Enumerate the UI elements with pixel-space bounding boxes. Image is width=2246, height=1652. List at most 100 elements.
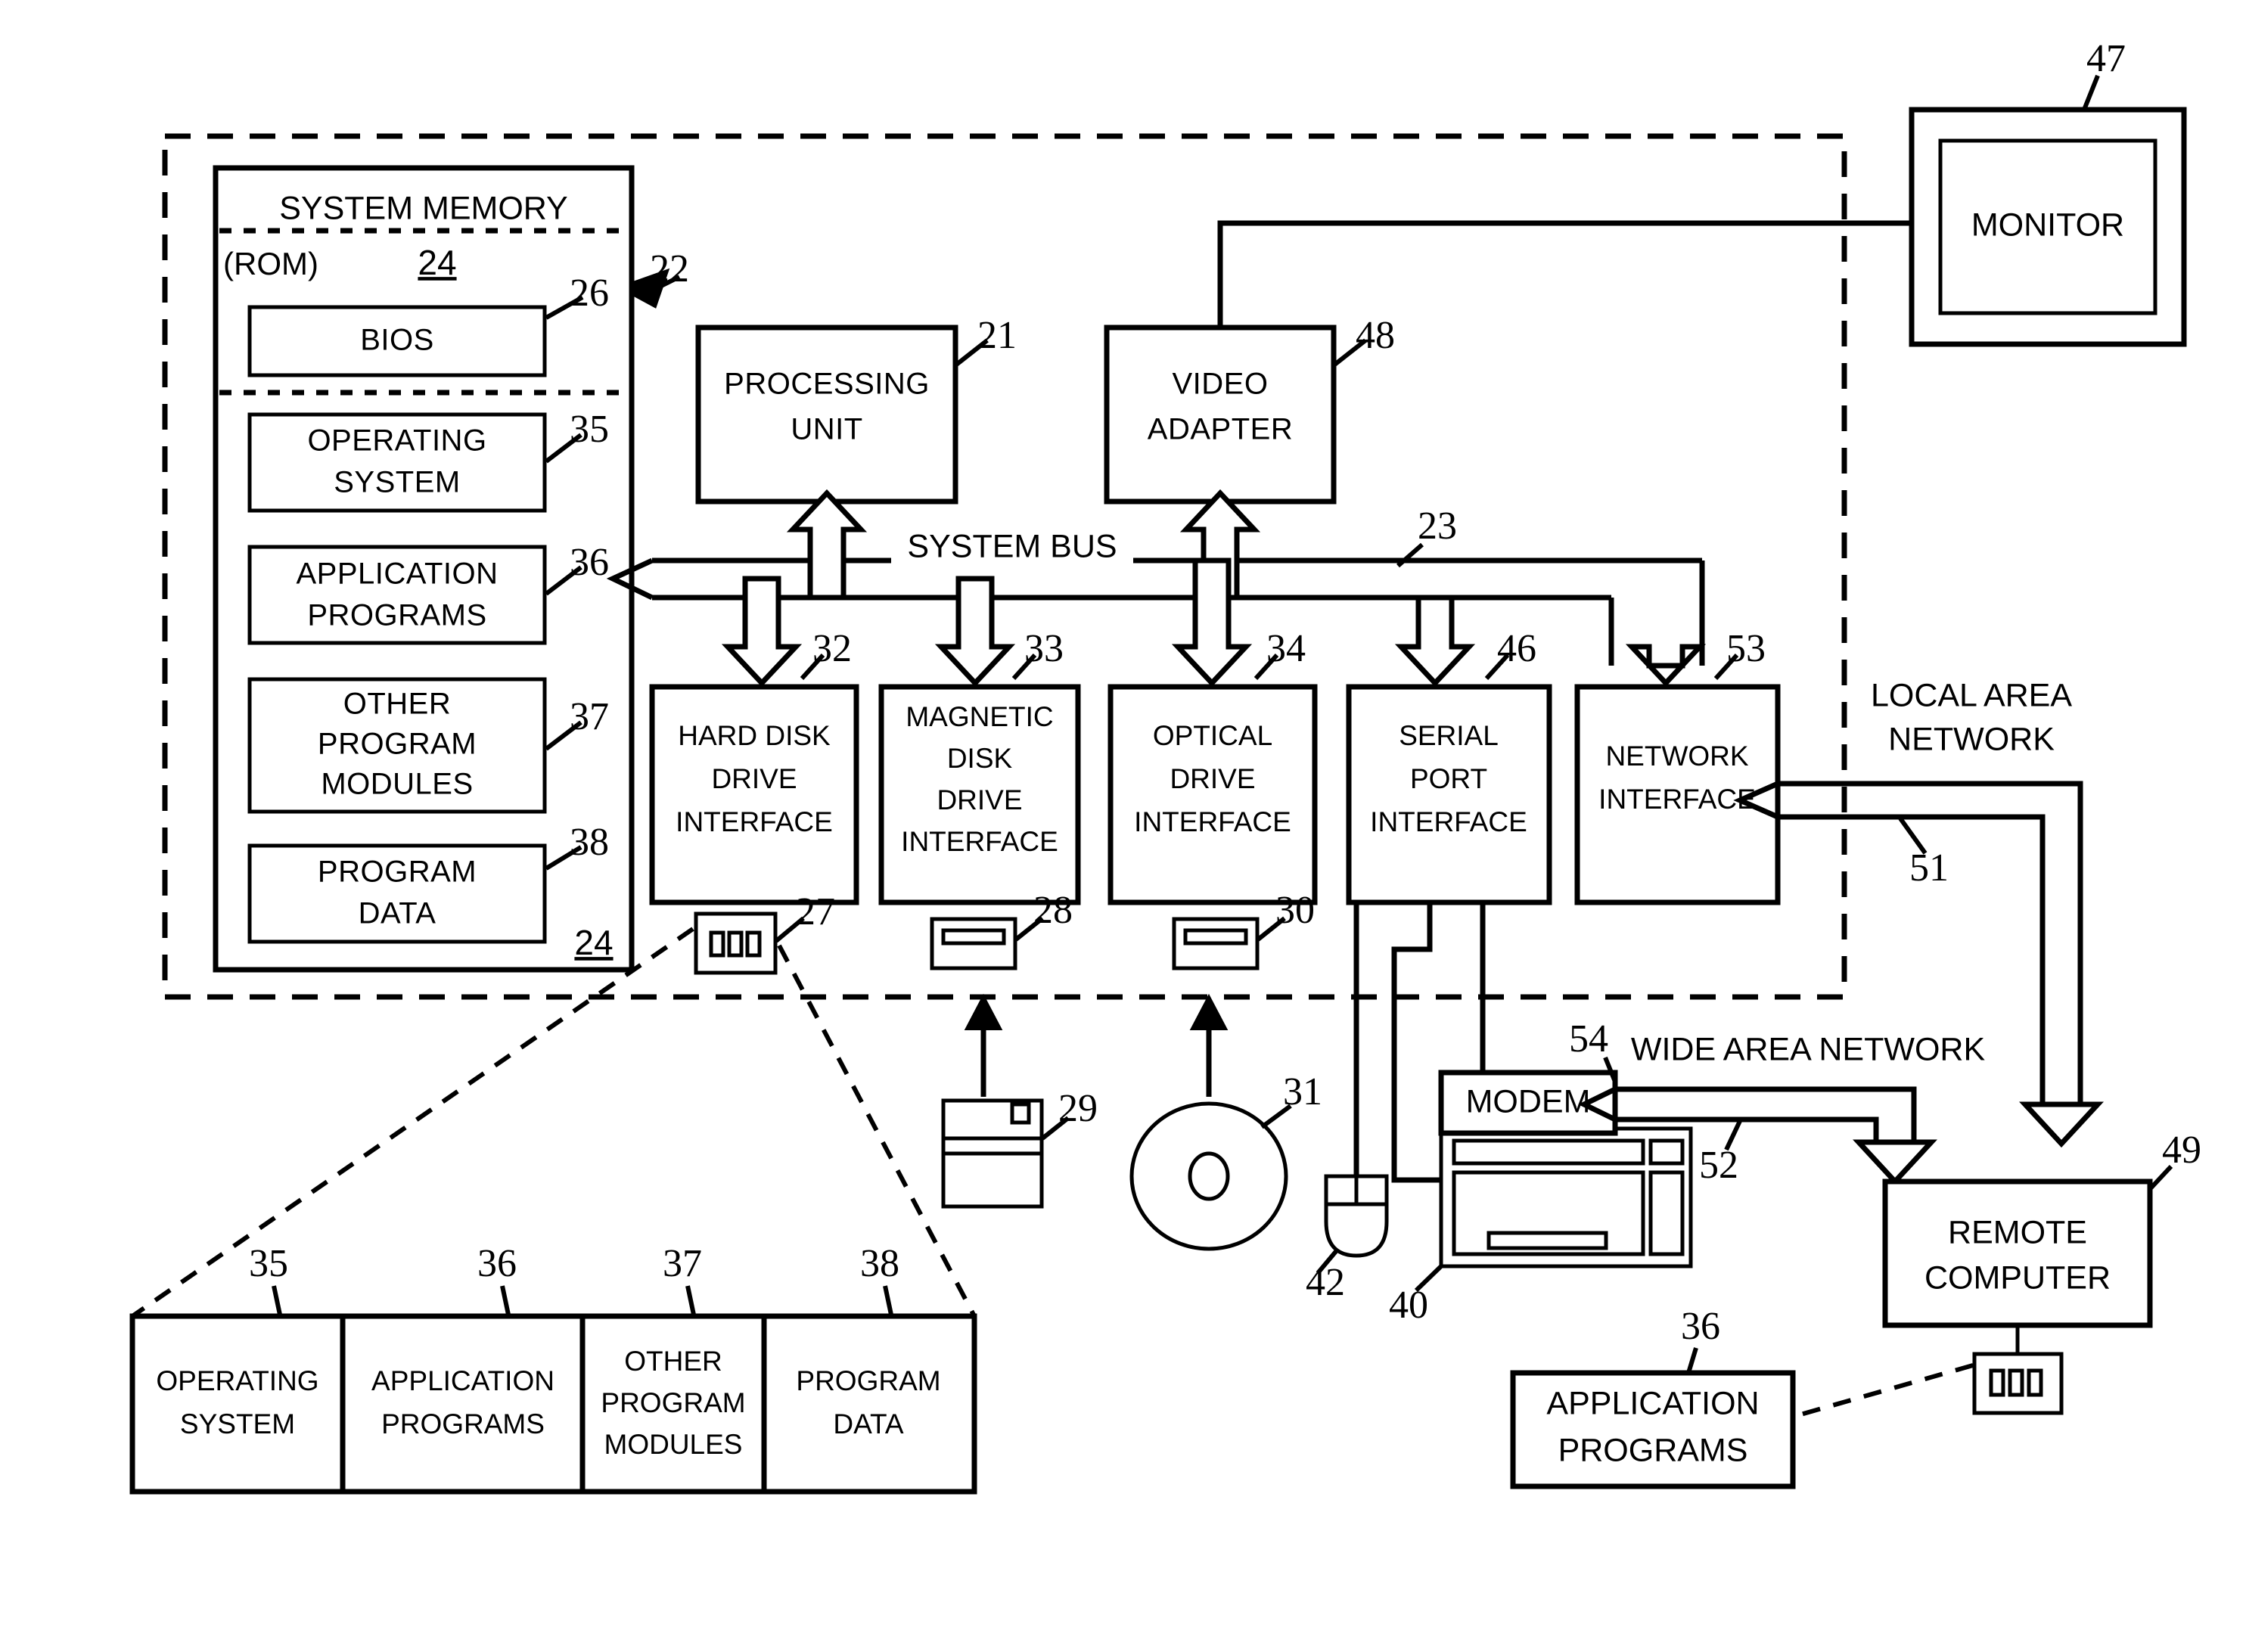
keyboard-icon	[1439, 1126, 1693, 1268]
expanded-storage-box	[129, 1313, 977, 1495]
remote-computer-line2: COMPUTER	[1924, 1259, 2111, 1296]
expanded-cell-3-line2: PROGRAM	[601, 1387, 745, 1418]
mdd-line2: DISK	[947, 743, 1013, 774]
wan-to-remote-arrow	[1853, 1139, 1937, 1186]
expanded-cell-4-line1: PROGRAM	[796, 1365, 940, 1396]
disc-insert-arrow-head	[1189, 993, 1229, 1030]
ref-30: 30	[1275, 889, 1315, 932]
program-data-line1: PROGRAM	[318, 856, 477, 889]
system-memory-ref-24: 24	[574, 923, 613, 962]
operating-system-line1: OPERATING	[307, 424, 486, 458]
serial-port-interface-box	[1346, 684, 1552, 905]
ref-22: 22	[650, 247, 689, 290]
expanded-cell-1-line2: SYSTEM	[180, 1408, 295, 1439]
ref-54: 54	[1569, 1017, 1608, 1060]
ref-37: 37	[570, 695, 609, 738]
bus-to-network-arrow	[1625, 644, 1707, 688]
lan-label-line2: NETWORK	[1888, 721, 2055, 757]
rom-label: (ROM)	[223, 246, 318, 281]
rom-ref-24: 24	[418, 243, 456, 282]
ref-48: 48	[1356, 314, 1395, 357]
bios-label: BIOS	[360, 324, 434, 357]
ref-35: 35	[570, 408, 609, 451]
ref-21: 21	[977, 314, 1017, 357]
processing-unit-line1: PROCESSING	[724, 368, 930, 401]
ref-27: 27	[796, 890, 835, 933]
exp3-leader	[685, 1285, 696, 1315]
wan-label: WIDE AREA NETWORK	[1631, 1031, 1986, 1067]
expanded-cell-4-line2: DATA	[833, 1408, 904, 1439]
diagram-canvas: 22 SYSTEM MEMORY (ROM) 24 BIOS 26 OPERAT…	[129, 37, 2201, 1495]
ref-23: 23	[1418, 505, 1457, 548]
spi-line3: INTERFACE	[1370, 806, 1527, 837]
remote-ap-line1: APPLICATION	[1546, 1385, 1759, 1421]
ref-46: 46	[1497, 627, 1536, 670]
floppy-insert-arrow-head	[964, 993, 1003, 1030]
optical-drive-interface-box	[1107, 684, 1318, 905]
bus-to-processing-unit-arrow	[786, 489, 868, 601]
opm-line3: MODULES	[321, 768, 473, 801]
system-bus-label: SYSTEM BUS	[907, 528, 1117, 564]
application-programs-line2: PROGRAMS	[307, 599, 486, 632]
opm-line2: PROGRAM	[318, 728, 477, 761]
expansion-line-left	[131, 927, 694, 1318]
ref-31: 31	[1283, 1070, 1322, 1113]
ni-line1: NETWORK	[1605, 741, 1748, 772]
expanded-cell-1-line1: OPERATING	[156, 1365, 318, 1396]
mdd-line1: MAGNETIC	[906, 701, 1053, 732]
odd-line3: INTERFACE	[1134, 806, 1291, 837]
ref-52: 52	[1699, 1144, 1738, 1187]
monitor-label: MONITOR	[1971, 206, 2124, 243]
expanded-cell-2-line2: PROGRAMS	[381, 1408, 545, 1439]
application-programs-line1: APPLICATION	[296, 557, 498, 591]
modem-label: MODEM	[1466, 1083, 1591, 1119]
ref-35-expanded: 35	[249, 1242, 288, 1285]
ref-36: 36	[570, 541, 609, 584]
remote-ap-line2: PROGRAMS	[1558, 1432, 1748, 1468]
exp4-leader	[883, 1285, 893, 1315]
ref-33: 33	[1024, 627, 1064, 670]
expanded-cell-3-line1: OTHER	[624, 1346, 722, 1377]
monitor-leader	[2082, 74, 2100, 111]
patent-figure: 22 SYSTEM MEMORY (ROM) 24 BIOS 26 OPERAT…	[0, 0, 2246, 1652]
ref-47: 47	[2086, 37, 2126, 80]
expanded-cell-2-line1: APPLICATION	[371, 1365, 555, 1396]
ref-34: 34	[1266, 627, 1306, 670]
ref-49: 49	[2162, 1129, 2201, 1172]
operating-system-line2: SYSTEM	[334, 466, 460, 499]
hdd-line1: HARD DISK	[678, 720, 831, 751]
program-data-line2: DATA	[359, 897, 436, 930]
hdd-line3: INTERFACE	[676, 806, 833, 837]
ref-26: 26	[570, 272, 609, 315]
remote-computer-box	[1882, 1178, 2153, 1328]
ref-38: 38	[570, 821, 609, 864]
spi-line2: PORT	[1410, 763, 1487, 794]
ni-line2: INTERFACE	[1598, 784, 1756, 815]
ref-36-remote: 36	[1681, 1305, 1720, 1348]
mdd-line4: INTERFACE	[901, 826, 1058, 857]
ref-36-expanded: 36	[477, 1242, 517, 1285]
hard-disk-icon	[694, 911, 778, 975]
odd-line1: OPTICAL	[1153, 720, 1272, 751]
opm-line1: OTHER	[343, 688, 452, 721]
hdd-line2: DRIVE	[711, 763, 797, 794]
ref-40: 40	[1389, 1284, 1428, 1327]
lan-to-remote-arrow	[2019, 1101, 2104, 1148]
expanded-cell-3-line3: MODULES	[604, 1429, 743, 1460]
exp2-leader	[500, 1285, 511, 1315]
remote-computer-line1: REMOTE	[1948, 1214, 2087, 1250]
hard-disk-drive-interface-box	[649, 684, 859, 905]
bus-to-mdd-arrow	[934, 576, 1016, 688]
ref-53: 53	[1726, 627, 1766, 670]
ref-37-expanded: 37	[663, 1242, 702, 1285]
bus-to-hdd-arrow	[721, 576, 803, 688]
monitor-cable	[1217, 220, 1912, 328]
ref-51: 51	[1909, 846, 1949, 890]
ref-38-expanded: 38	[860, 1242, 899, 1285]
exp1-leader	[272, 1285, 282, 1315]
remote-hard-disk-icon	[1972, 1352, 2064, 1415]
remote-ap-ref-leader	[1686, 1347, 1698, 1374]
bus-to-serial-arrow	[1394, 595, 1476, 688]
lan-label-line1: LOCAL AREA	[1871, 677, 2072, 713]
mdd-line3: DRIVE	[937, 784, 1022, 815]
